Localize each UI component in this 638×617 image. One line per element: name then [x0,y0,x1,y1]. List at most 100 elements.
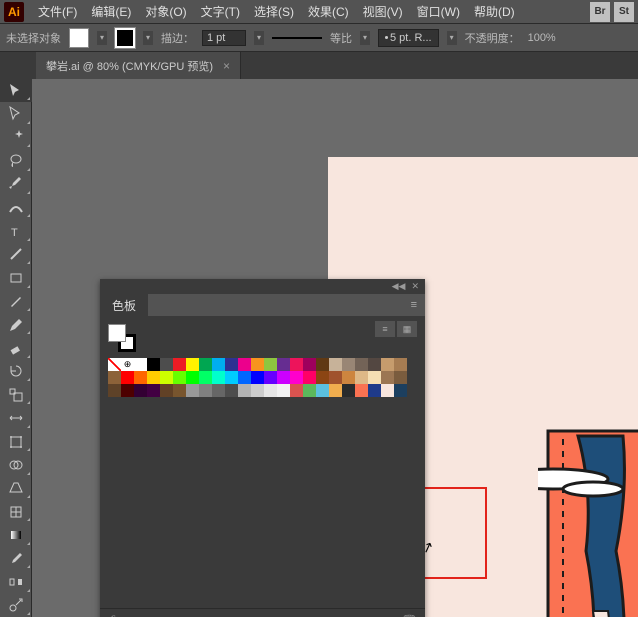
fill-dropdown[interactable]: ▾ [97,31,107,45]
menu-window[interactable]: 窗口(W) [411,1,466,22]
tab-close-icon[interactable]: × [223,59,230,73]
swatch[interactable] [368,358,381,371]
tool-paintbrush[interactable] [0,290,32,313]
tool-magic-wand[interactable] [0,126,32,149]
tool-type[interactable]: T [0,219,32,242]
swatch[interactable] [342,384,355,397]
stroke-color[interactable] [115,28,135,48]
cloud-icon[interactable]: ☁ [145,614,157,617]
menu-select[interactable]: 选择(S) [248,1,300,22]
tool-direct-selection[interactable] [0,102,32,125]
swatch[interactable] [368,371,381,384]
swatch[interactable] [316,371,329,384]
swatch[interactable] [264,384,277,397]
new-color-group-icon[interactable]: ▭ [344,614,355,617]
swatch[interactable] [199,371,212,384]
swatch[interactable] [251,384,264,397]
stroke-weight-dropdown[interactable]: ▾ [254,31,264,45]
swatch[interactable] [173,371,186,384]
swatch[interactable] [108,358,121,371]
swatch[interactable] [173,384,186,397]
swatch[interactable] [251,371,264,384]
swatch-library-icon[interactable]: ⎙ [108,613,118,617]
swatch[interactable] [212,358,225,371]
tool-scale[interactable] [0,383,32,406]
stock-icon[interactable]: St [614,2,634,22]
swatch[interactable] [290,358,303,371]
swatch[interactable] [251,358,264,371]
swatch[interactable] [290,384,303,397]
swatch[interactable] [225,371,238,384]
menu-file[interactable]: 文件(F) [32,1,83,22]
panel-menu-icon[interactable]: ≡ [403,299,425,311]
swatch[interactable] [199,358,212,371]
swatch[interactable] [381,358,394,371]
swatch[interactable] [264,358,277,371]
tool-mesh[interactable] [0,500,32,523]
swatch[interactable] [160,358,173,371]
tool-shape-builder[interactable] [0,453,32,476]
swatch[interactable] [355,371,368,384]
swatch[interactable] [277,358,290,371]
panel-close-icon[interactable]: ✕ [411,281,419,292]
swatch[interactable] [394,384,407,397]
swatch[interactable] [186,371,199,384]
swatch[interactable] [212,371,225,384]
swatch[interactable] [121,371,134,384]
swatch[interactable] [147,371,160,384]
stroke-weight-input[interactable] [202,30,246,46]
fill-color[interactable] [69,28,89,48]
swatch[interactable]: ⊕ [121,358,134,371]
brush-dropdown[interactable]: ▾ [447,31,457,45]
swatch[interactable] [329,371,342,384]
swatch[interactable] [147,384,160,397]
tool-rectangle[interactable] [0,266,32,289]
show-swatch-kinds-icon[interactable]: ◐ [128,614,135,617]
bridge-icon[interactable]: Br [590,2,610,22]
tool-pen[interactable] [0,173,32,196]
swatch[interactable] [160,384,173,397]
swatch[interactable] [186,384,199,397]
swatch[interactable] [225,384,238,397]
swatch[interactable] [303,371,316,384]
scale-dropdown[interactable]: ▾ [360,31,370,45]
menu-view[interactable]: 视图(V) [357,1,409,22]
swatch[interactable] [381,371,394,384]
delete-swatch-icon[interactable]: 🗑 [402,614,417,617]
brush-preview[interactable]: 5 pt. R... [378,29,439,47]
swatch[interactable] [134,371,147,384]
tool-blend[interactable] [0,570,32,593]
tool-width[interactable] [0,406,32,429]
swatch[interactable] [238,358,251,371]
canvas[interactable]: ↗ ◀◀ ✕ 色板 ≡ ≡ ▦ ⊕ ⎙ ◐ [32,79,638,617]
swatch[interactable] [329,384,342,397]
swatch[interactable] [316,384,329,397]
menu-effect[interactable]: 效果(C) [302,1,355,22]
menu-object[interactable]: 对象(O) [139,1,192,22]
tool-rotate[interactable] [0,360,32,383]
swatch[interactable] [290,371,303,384]
swatch[interactable] [277,384,290,397]
swatch[interactable] [160,371,173,384]
tool-curvature[interactable] [0,196,32,219]
stroke-dropdown[interactable]: ▾ [143,31,153,45]
swatch[interactable] [212,384,225,397]
swatch[interactable] [264,371,277,384]
list-view-button[interactable]: ≡ [375,321,395,337]
grid-view-button[interactable]: ▦ [397,321,417,337]
swatch[interactable] [355,384,368,397]
folder-icon[interactable]: ▬ [366,614,378,617]
swatch[interactable] [355,358,368,371]
swatch[interactable] [134,358,147,371]
swatch[interactable] [108,384,121,397]
panel-collapse-icon[interactable]: ◀◀ [392,281,406,292]
menu-text[interactable]: 文字(T) [195,1,246,22]
swatch[interactable] [147,358,160,371]
swatch[interactable] [316,358,329,371]
swatch[interactable] [225,358,238,371]
tool-gradient[interactable] [0,523,32,546]
new-swatch-icon[interactable]: ▫ [388,614,392,617]
menu-help[interactable]: 帮助(D) [468,1,521,22]
swatch[interactable] [186,358,199,371]
swatch[interactable] [342,371,355,384]
